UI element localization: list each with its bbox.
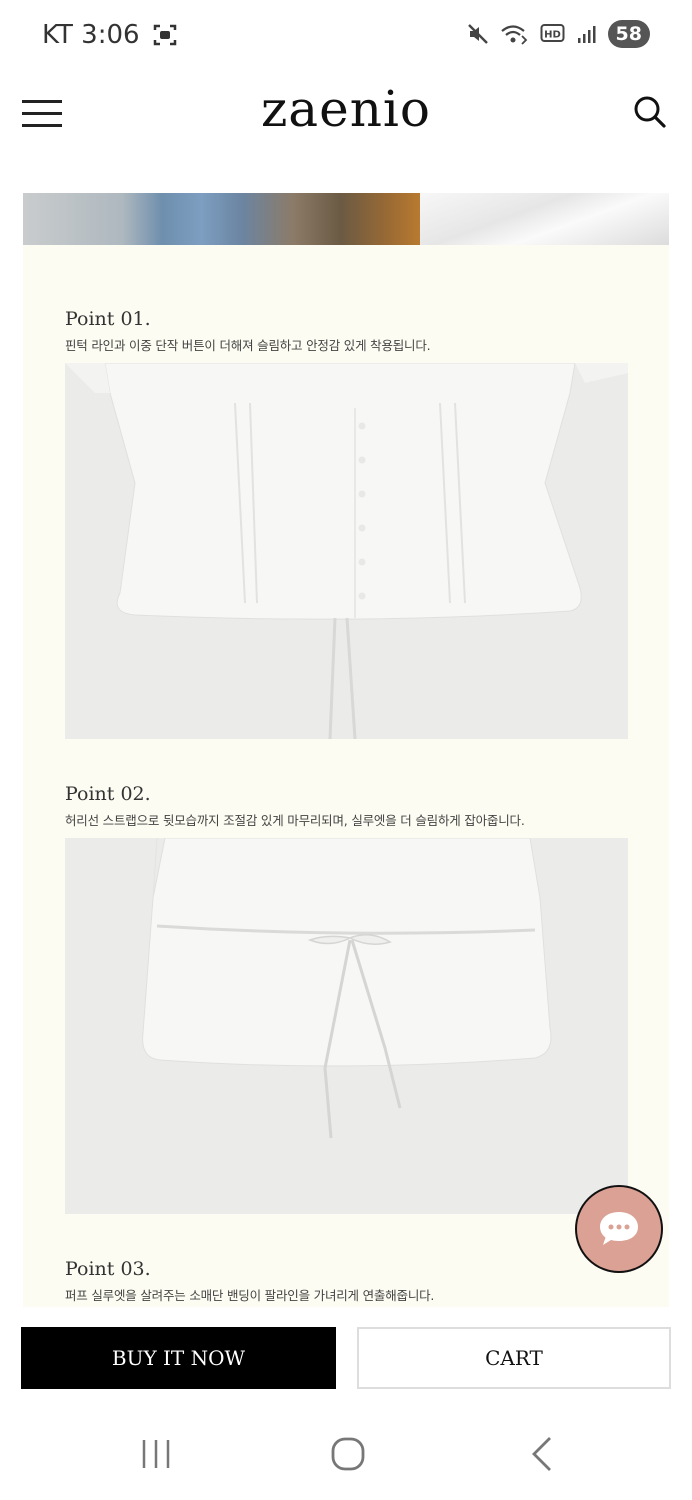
- product-photo-model: [23, 193, 420, 245]
- hd-icon: HD: [540, 24, 565, 42]
- signal-icon: [577, 26, 596, 43]
- brand-logo[interactable]: zaenio: [0, 80, 692, 138]
- wifi-icon: [500, 25, 527, 45]
- point-02-description: 허리선 스트랩으로 뒷모습까지 조절감 있게 마무리되며, 실루엣을 더 슬림하…: [65, 813, 525, 828]
- site-header: zaenio: [0, 70, 692, 180]
- battery-indicator: 58: [607, 20, 650, 48]
- product-photo-fabric: [420, 193, 669, 245]
- point-03-title: Point 03.: [65, 1258, 151, 1280]
- recent-apps-icon[interactable]: [136, 1434, 176, 1474]
- system-navigation-bar: [0, 1410, 692, 1500]
- carrier-time: KT 3:06: [42, 20, 140, 50]
- point-02-title: Point 02.: [65, 783, 151, 805]
- point-01-title: Point 01.: [65, 308, 151, 330]
- search-icon[interactable]: [632, 94, 668, 130]
- point-01-photo: [65, 363, 628, 739]
- top-image-strip: [23, 193, 669, 245]
- point-01-description: 핀턱 라인과 이중 단작 버튼이 더해져 슬림하고 안정감 있게 착용됩니다.: [65, 338, 431, 353]
- home-icon[interactable]: [328, 1434, 368, 1474]
- screenshot-icon: [153, 24, 176, 46]
- point-02-photo: [65, 838, 628, 1214]
- status-right: HD 58: [466, 20, 650, 48]
- buy-it-now-button[interactable]: BUY IT NOW: [21, 1327, 336, 1389]
- chat-bubble-icon: [600, 1212, 638, 1245]
- mute-icon: [467, 24, 488, 44]
- status-left: KT 3:06: [42, 20, 178, 50]
- back-icon[interactable]: [522, 1434, 562, 1474]
- cart-button[interactable]: CART: [357, 1327, 671, 1389]
- chat-button[interactable]: [575, 1185, 663, 1273]
- status-bar: KT 3:06 HD 58: [0, 0, 692, 70]
- product-detail-content: Point 01. 핀턱 라인과 이중 단작 버튼이 더해져 슬림하고 안정감 …: [23, 193, 669, 1307]
- svg-text:HD: HD: [544, 30, 561, 41]
- point-03-description: 퍼프 실루엣을 살려주는 소매단 밴딩이 팔라인을 가녀리게 연출해줍니다.: [65, 1288, 435, 1303]
